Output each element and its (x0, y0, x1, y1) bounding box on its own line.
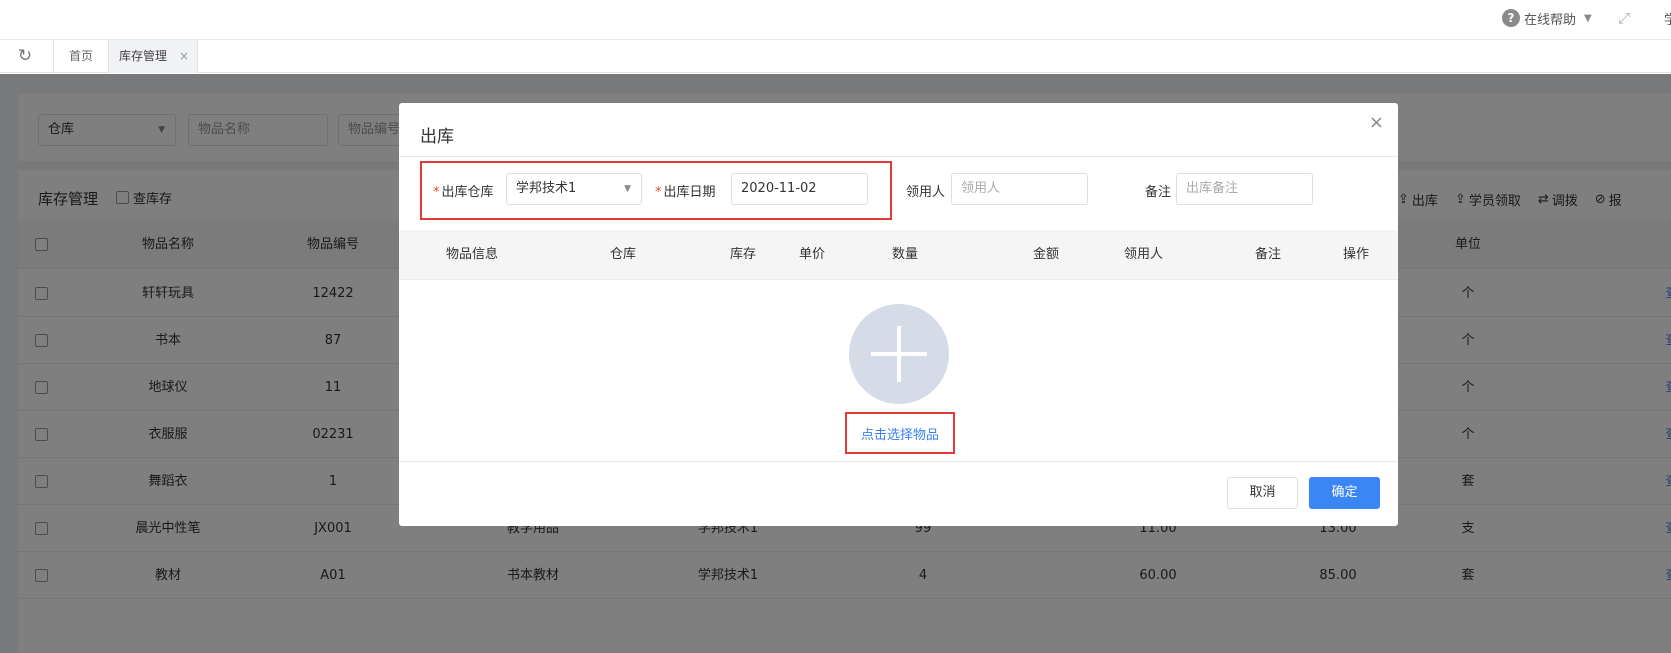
col-unit-price: 单价 (799, 247, 826, 262)
receiver-input[interactable]: 领用人 (951, 173, 1088, 205)
note-label: 备注 (1145, 185, 1172, 200)
col-receiver: 领用人 (1124, 247, 1164, 262)
col-warehouse: 仓库 (610, 247, 637, 262)
close-icon[interactable]: × (179, 40, 189, 73)
chevron-down-icon: ▼ (1584, 12, 1592, 24)
tab-bar: ↻ 首页 库存管理 × (0, 40, 1671, 73)
refresh-icon[interactable]: ↻ (14, 46, 36, 68)
outbound-dialog: 出库 × * 出库仓库 学邦技术1 ▼ * 出库日期 2020-11-02 领用人 … (399, 103, 1398, 526)
divider (399, 461, 1398, 462)
add-item-button[interactable] (849, 304, 949, 404)
help-icon: ? (1502, 9, 1520, 27)
receiver-label: 领用人 (906, 185, 946, 200)
tab-inventory[interactable]: 库存管理 × (108, 40, 198, 73)
warehouse-label: * 出库仓库 (433, 185, 494, 200)
col-quantity: 数量 (892, 247, 919, 262)
col-stock: 库存 (730, 247, 757, 262)
note-input[interactable]: 出库备注 (1176, 173, 1313, 205)
select-items-link[interactable]: 点击选择物品 (847, 424, 953, 443)
col-item-info: 物品信息 (446, 247, 499, 262)
online-help-label: 在线帮助 (1524, 12, 1577, 28)
plus-icon-bar (897, 326, 901, 382)
close-icon[interactable]: × (1369, 112, 1384, 133)
online-help-menu[interactable]: ? 在线帮助 ▼ (1502, 8, 1592, 28)
cancel-button[interactable]: 取消 (1227, 477, 1298, 509)
date-input[interactable]: 2020-11-02 (731, 173, 868, 205)
col-note: 备注 (1255, 247, 1282, 262)
tab-inventory-label: 库存管理 (119, 49, 168, 63)
caret-down-icon: ▼ (624, 184, 631, 194)
top-bar: ? 在线帮助 ▼ ⤢ 学 (0, 0, 1671, 40)
dialog-title: 出库 (420, 127, 454, 147)
col-actions: 操作 (1343, 247, 1370, 262)
warehouse-select[interactable]: 学邦技术1 ▼ (506, 173, 642, 205)
confirm-button[interactable]: 确定 (1309, 477, 1380, 509)
items-table-header: 物品信息 仓库 库存 单价 数量 金额 领用人 备注 操作 (399, 230, 1398, 280)
highlight-box: 点击选择物品 (845, 412, 955, 454)
tab-home[interactable]: 首页 (53, 40, 108, 73)
date-label: * 出库日期 (655, 185, 716, 200)
user-name-partial[interactable]: 学 (1664, 9, 1671, 28)
outbound-form-row: * 出库仓库 学邦技术1 ▼ * 出库日期 2020-11-02 领用人 领用人 备… (399, 157, 1398, 233)
warehouse-select-value: 学邦技术1 (516, 181, 577, 196)
expand-icon[interactable]: ⤢ (1618, 9, 1636, 27)
col-amount: 金额 (1033, 247, 1060, 262)
